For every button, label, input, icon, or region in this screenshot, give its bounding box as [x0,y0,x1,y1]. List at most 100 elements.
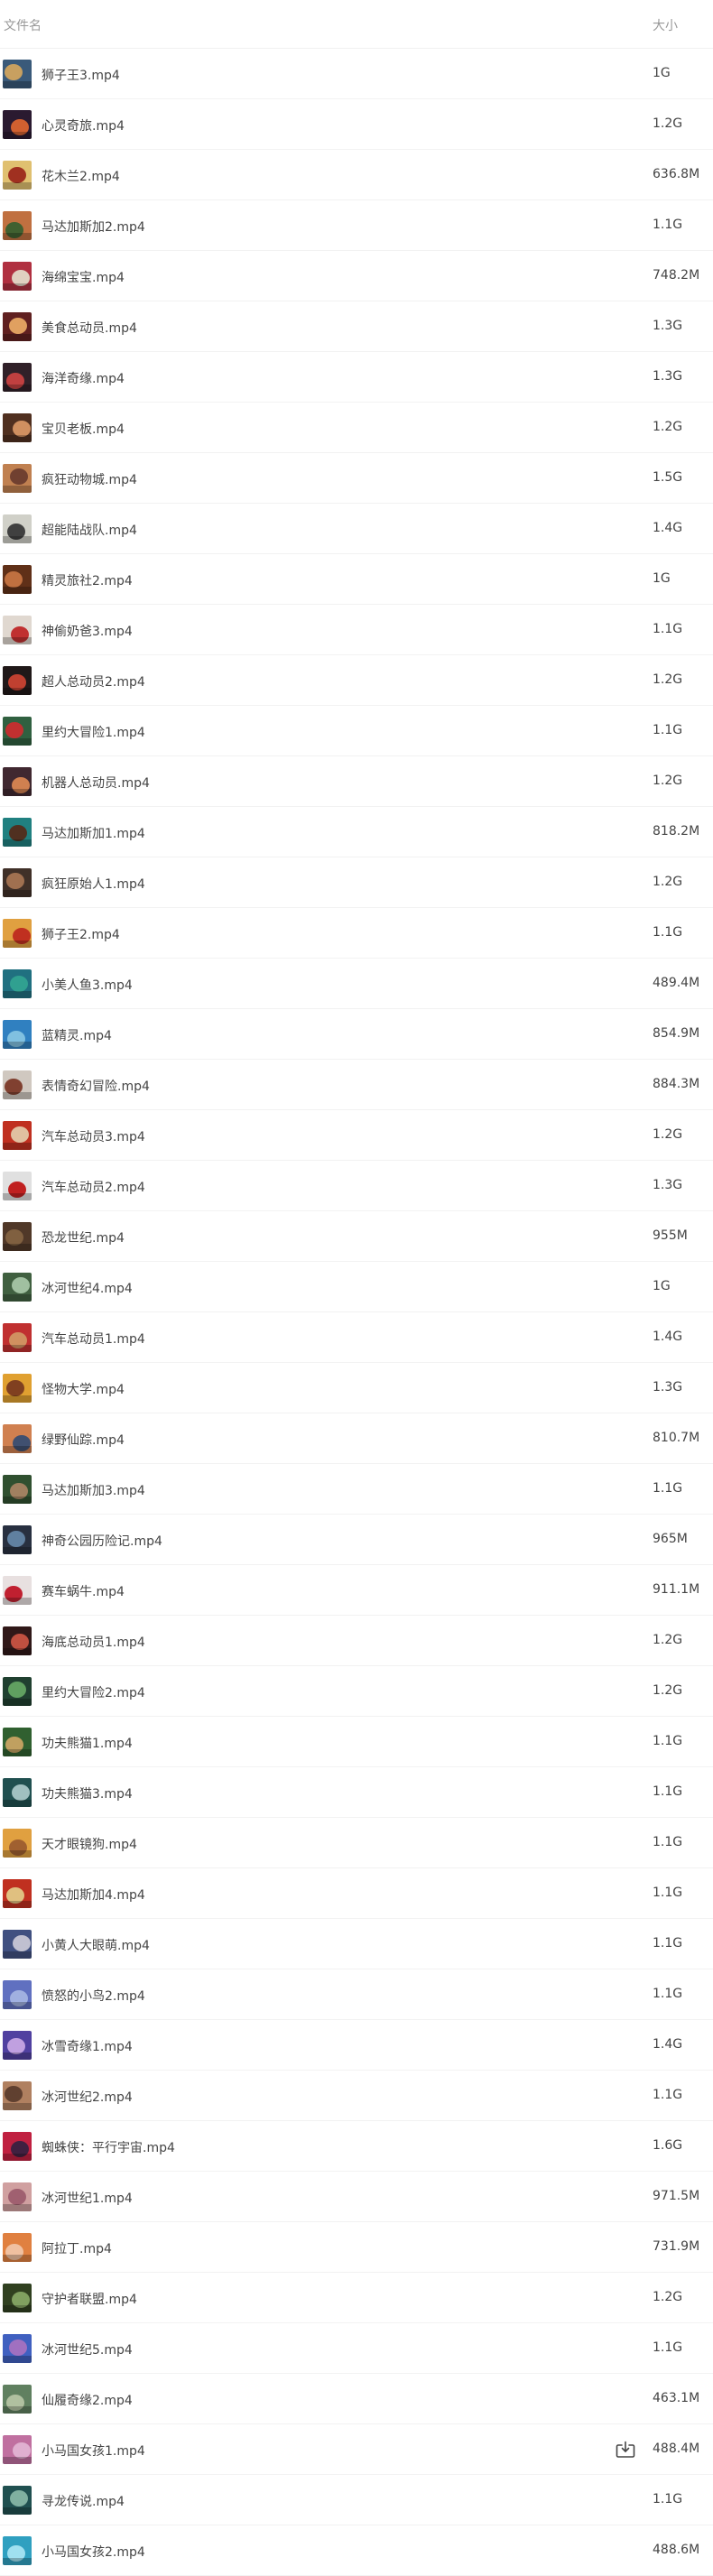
file-row[interactable]: 蓝精灵.mp4 854.9M [0,1009,713,1060]
file-name[interactable]: 心灵奇旅.mp4 [42,116,125,134]
file-name[interactable]: 超能陆战队.mp4 [42,521,137,539]
file-row[interactable]: 冰河世纪2.mp4 1.1G [0,2071,713,2121]
file-row[interactable]: 功夫熊猫3.mp4 1.1G [0,1767,713,1818]
file-name[interactable]: 海底总动员1.mp4 [42,1633,145,1651]
file-name[interactable]: 狮子王2.mp4 [42,925,120,943]
file-row[interactable]: 绿野仙踪.mp4 810.7M [0,1413,713,1464]
file-row[interactable]: 愤怒的小鸟2.mp4 1.1G [0,1969,713,2020]
file-row[interactable]: 马达加斯加4.mp4 1.1G [0,1868,713,1919]
file-name[interactable]: 绿野仙踪.mp4 [42,1431,125,1449]
file-row[interactable]: 冰河世纪5.mp4 1.1G [0,2323,713,2374]
file-row[interactable]: 机器人总动员.mp4 1.2G [0,756,713,807]
file-row[interactable]: 马达加斯加2.mp4 1.1G [0,200,713,251]
file-name[interactable]: 表情奇幻冒险.mp4 [42,1077,150,1095]
file-row[interactable]: 小马国女孩2.mp4 488.6M [0,2525,713,2576]
file-row[interactable]: 天才眼镜狗.mp4 1.1G [0,1818,713,1868]
file-row[interactable]: 超能陆战队.mp4 1.4G [0,504,713,554]
file-row[interactable]: 精灵旅社2.mp4 1G [0,554,713,605]
column-header-size[interactable]: 大小 [653,16,678,34]
column-header-filename[interactable]: 文件名 [4,16,42,34]
file-name[interactable]: 疯狂原始人1.mp4 [42,875,145,893]
file-row[interactable]: 冰河世纪4.mp4 1G [0,1262,713,1312]
file-name[interactable]: 愤怒的小鸟2.mp4 [42,1987,145,2005]
file-row[interactable]: 心灵奇旅.mp4 1.2G [0,99,713,150]
file-row[interactable]: 赛车蜗牛.mp4 911.1M [0,1565,713,1616]
file-name[interactable]: 里约大冒险1.mp4 [42,723,145,741]
file-row[interactable]: 冰雪奇缘1.mp4 1.4G [0,2020,713,2071]
file-row[interactable]: 寻龙传说.mp4 1.1G [0,2475,713,2525]
file-name[interactable]: 小马国女孩2.mp4 [42,2543,145,2561]
file-row[interactable]: 冰河世纪1.mp4 971.5M [0,2172,713,2222]
file-name[interactable]: 超人总动员2.mp4 [42,672,145,690]
file-name[interactable]: 美食总动员.mp4 [42,319,137,337]
file-name[interactable]: 马达加斯加2.mp4 [42,218,145,236]
file-row[interactable]: 疯狂原始人1.mp4 1.2G [0,857,713,908]
file-name[interactable]: 冰河世纪5.mp4 [42,2340,133,2358]
file-row[interactable]: 汽车总动员1.mp4 1.4G [0,1312,713,1363]
download-icon[interactable] [616,2441,635,2459]
file-name[interactable]: 冰河世纪2.mp4 [42,2088,133,2106]
file-name[interactable]: 宝贝老板.mp4 [42,420,125,438]
file-row[interactable]: 里约大冒险2.mp4 1.2G [0,1666,713,1717]
file-name[interactable]: 冰河世纪1.mp4 [42,2189,133,2207]
file-name[interactable]: 花木兰2.mp4 [42,167,120,185]
file-row[interactable]: 马达加斯加1.mp4 818.2M [0,807,713,857]
file-name[interactable]: 功夫熊猫3.mp4 [42,1784,133,1802]
file-row[interactable]: 马达加斯加3.mp4 1.1G [0,1464,713,1515]
file-row[interactable]: 里约大冒险1.mp4 1.1G [0,706,713,756]
file-row[interactable]: 海绵宝宝.mp4 748.2M [0,251,713,301]
file-name[interactable]: 小黄人大眼萌.mp4 [42,1936,150,1954]
file-name[interactable]: 汽车总动员2.mp4 [42,1178,145,1196]
file-row[interactable]: 恐龙世纪.mp4 955M [0,1211,713,1262]
file-row[interactable]: 疯狂动物城.mp4 1.5G [0,453,713,504]
file-row[interactable]: 狮子王3.mp4 1G [0,49,713,99]
file-name[interactable]: 守护者联盟.mp4 [42,2290,137,2308]
file-row[interactable]: 神偷奶爸3.mp4 1.1G [0,605,713,655]
file-name[interactable]: 天才眼镜狗.mp4 [42,1835,137,1853]
file-name[interactable]: 马达加斯加4.mp4 [42,1886,145,1904]
file-row[interactable]: 神奇公园历险记.mp4 965M [0,1515,713,1565]
file-name[interactable]: 冰河世纪4.mp4 [42,1279,133,1297]
file-name[interactable]: 里约大冒险2.mp4 [42,1683,145,1701]
file-name[interactable]: 海洋奇缘.mp4 [42,369,125,387]
file-row[interactable]: 狮子王2.mp4 1.1G [0,908,713,959]
file-name[interactable]: 恐龙世纪.mp4 [42,1228,125,1246]
file-row[interactable]: 超人总动员2.mp4 1.2G [0,655,713,706]
file-name[interactable]: 寻龙传说.mp4 [42,2492,125,2510]
file-row[interactable]: 小黄人大眼萌.mp4 1.1G [0,1919,713,1969]
file-row[interactable]: 蜘蛛侠：平行宇宙.mp4 1.6G [0,2121,713,2172]
file-name[interactable]: 小美人鱼3.mp4 [42,976,133,994]
file-row[interactable]: 仙履奇缘2.mp4 463.1M [0,2374,713,2424]
file-row[interactable]: 守护者联盟.mp4 1.2G [0,2273,713,2323]
file-row[interactable]: 阿拉丁.mp4 731.9M [0,2222,713,2273]
file-name[interactable]: 赛车蜗牛.mp4 [42,1582,125,1600]
file-name[interactable]: 马达加斯加1.mp4 [42,824,145,842]
file-name[interactable]: 小马国女孩1.mp4 [42,2442,145,2460]
file-name[interactable]: 神偷奶爸3.mp4 [42,622,133,640]
file-name[interactable]: 蓝精灵.mp4 [42,1026,112,1044]
file-row[interactable]: 汽车总动员2.mp4 1.3G [0,1161,713,1211]
file-row[interactable]: 海洋奇缘.mp4 1.3G [0,352,713,403]
file-name[interactable]: 海绵宝宝.mp4 [42,268,125,286]
file-row[interactable]: 美食总动员.mp4 1.3G [0,301,713,352]
file-row[interactable]: 汽车总动员3.mp4 1.2G [0,1110,713,1161]
file-name[interactable]: 马达加斯加3.mp4 [42,1481,145,1499]
file-name[interactable]: 狮子王3.mp4 [42,66,120,84]
file-row[interactable]: 功夫熊猫1.mp4 1.1G [0,1717,713,1767]
file-name[interactable]: 疯狂动物城.mp4 [42,470,137,488]
file-row[interactable]: 怪物大学.mp4 1.3G [0,1363,713,1413]
file-name[interactable]: 神奇公园历险记.mp4 [42,1532,162,1550]
file-name[interactable]: 精灵旅社2.mp4 [42,571,133,589]
file-name[interactable]: 仙履奇缘2.mp4 [42,2391,133,2409]
file-name[interactable]: 阿拉丁.mp4 [42,2239,112,2257]
file-row[interactable]: 宝贝老板.mp4 1.2G [0,403,713,453]
file-row[interactable]: 表情奇幻冒险.mp4 884.3M [0,1060,713,1110]
file-name[interactable]: 机器人总动员.mp4 [42,774,150,792]
file-row[interactable]: 小马国女孩1.mp4 488.4M [0,2424,713,2475]
file-name[interactable]: 功夫熊猫1.mp4 [42,1734,133,1752]
file-name[interactable]: 汽车总动员1.mp4 [42,1330,145,1348]
file-name[interactable]: 汽车总动员3.mp4 [42,1127,145,1145]
file-name[interactable]: 蜘蛛侠：平行宇宙.mp4 [42,2138,175,2156]
file-row[interactable]: 小美人鱼3.mp4 489.4M [0,959,713,1009]
file-row[interactable]: 海底总动员1.mp4 1.2G [0,1616,713,1666]
